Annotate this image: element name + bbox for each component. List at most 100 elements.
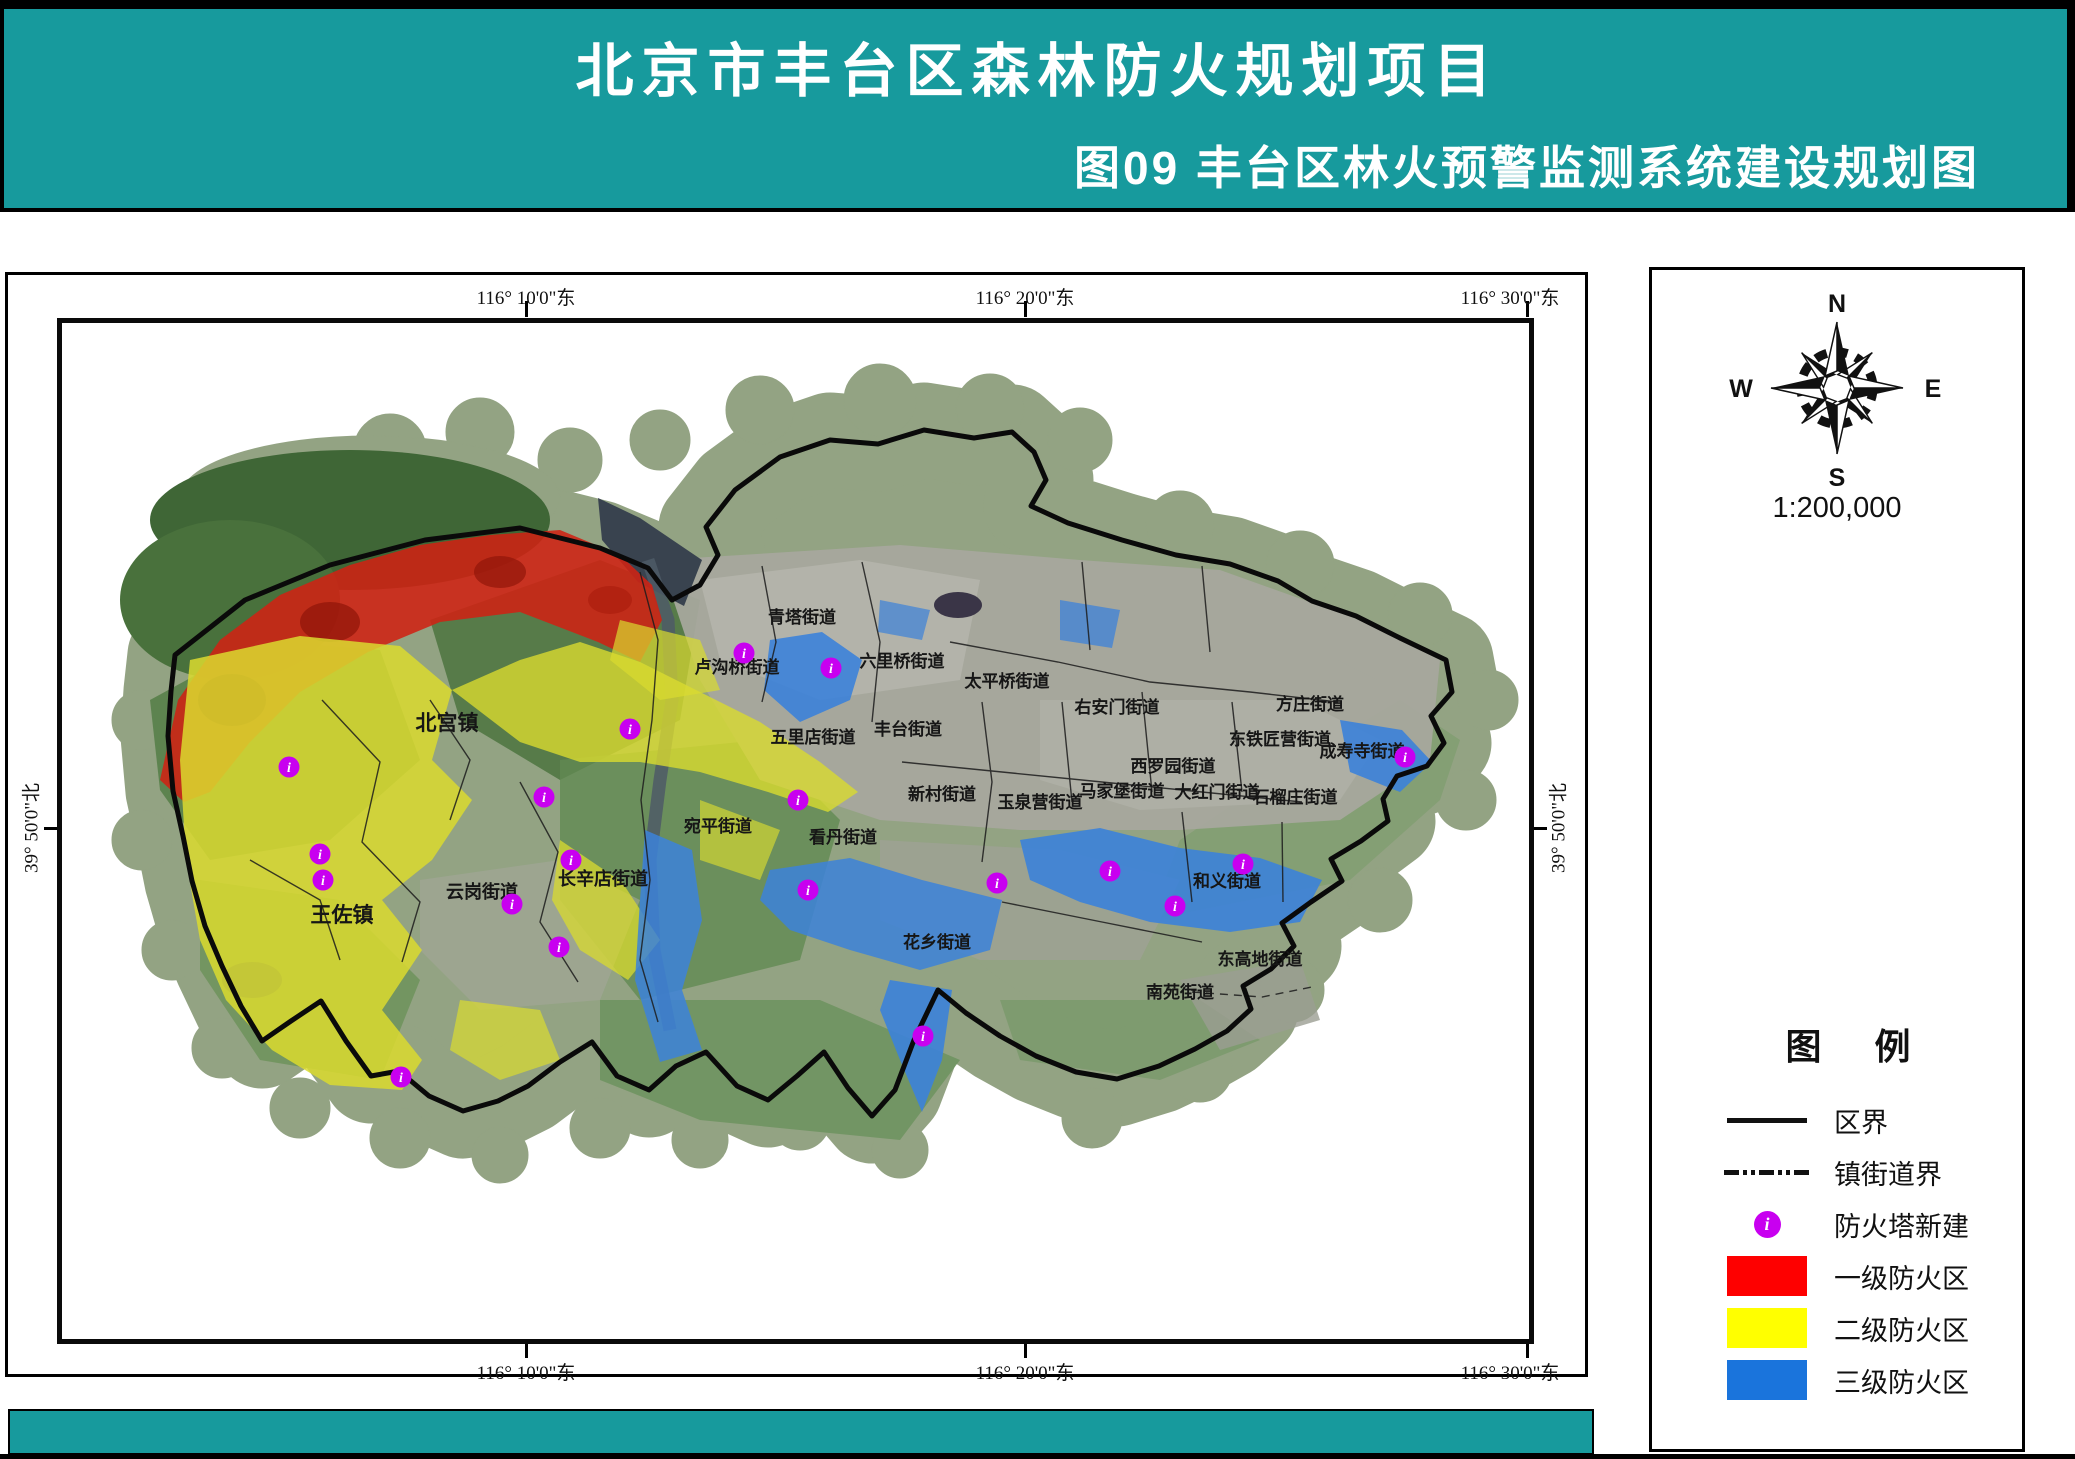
- fire-tower-marker: i: [534, 787, 555, 808]
- legend-row-swatch: 三级防火区: [1688, 1354, 2008, 1406]
- map-scale: 1:200,000: [1652, 492, 2022, 525]
- fire-tower-marker: i: [788, 790, 809, 811]
- fire-tower-marker: i: [821, 658, 842, 679]
- fire-tower-marker: i: [913, 1026, 934, 1047]
- page-subtitle: 图09 丰台区林火预警监测系统建设规划图: [1074, 132, 1980, 198]
- legend-row-marker: i 防火塔新建: [1688, 1198, 2008, 1250]
- legend-symbol-col: [1724, 1170, 1810, 1175]
- marker-glyph: i: [742, 647, 746, 662]
- marker-glyph: i: [628, 723, 632, 738]
- marker-glyph: i: [829, 662, 833, 677]
- compass-w: W: [1729, 375, 1753, 403]
- fire-tower-marker: i: [279, 757, 300, 778]
- right-panel: N E S W 1:200,000 图 例 区界镇街道界i防火塔新建一级防火区二…: [1649, 267, 2025, 1452]
- street-label: 和义街道: [1193, 871, 1261, 891]
- compass-rose-svg: N E S W: [1721, 288, 1953, 500]
- street-label: 方庄街道: [1276, 694, 1344, 714]
- street-label: 五里店街道: [771, 727, 856, 747]
- legend-label: 防火塔新建: [1834, 1205, 1969, 1244]
- marker-glyph: i: [796, 794, 800, 809]
- marker-glyph: i: [1241, 858, 1245, 873]
- compass-n: N: [1828, 290, 1846, 318]
- marker-glyph: i: [806, 884, 810, 899]
- coord-label-top-2: 116° 20'0"东: [976, 283, 1075, 310]
- fire-tower-marker: i: [1395, 747, 1416, 768]
- fire-tower-marker: i: [561, 850, 582, 871]
- marker-glyph: i: [995, 877, 999, 892]
- coord-label-top-3: 116° 30'0"东: [1461, 283, 1560, 310]
- street-label: 南苑街道: [1146, 982, 1214, 1002]
- legend-symbol-col: [1724, 1256, 1810, 1296]
- legend-swatch: [1727, 1256, 1807, 1296]
- legend-label: 一级防火区: [1834, 1257, 1969, 1296]
- legend-swatch: [1727, 1360, 1807, 1400]
- fire-tower-marker: i: [1233, 854, 1254, 875]
- street-label: 宛平街道: [683, 816, 752, 836]
- bottom-tick-2: [1024, 1342, 1027, 1358]
- coord-label-left: 39° 50'0"北: [17, 783, 44, 873]
- compass-s: S: [1829, 464, 1846, 492]
- fire-tower-marker: i: [620, 719, 641, 740]
- legend-label: 镇街道界: [1834, 1153, 1942, 1192]
- street-label: 丰台街道: [874, 719, 942, 739]
- street-label: 石榴庄街道: [1252, 787, 1338, 807]
- street-label: 太平桥街道: [965, 671, 1050, 691]
- coord-label-right: 39° 50'0"北: [1544, 783, 1571, 873]
- legend-symbol-col: [1724, 1118, 1810, 1123]
- street-label: 看丹街道: [808, 827, 877, 847]
- footer-teal-bar: [8, 1409, 1594, 1455]
- street-label: 右安门街道: [1075, 697, 1160, 717]
- street-label: 西罗园街道: [1131, 756, 1216, 776]
- compass-cardinal-points: [1771, 322, 1903, 454]
- street-label: 青塔街道: [768, 607, 836, 627]
- marker-glyph: i: [318, 848, 322, 863]
- header-band: 北京市丰台区森林防火规划项目 图09 丰台区林火预警监测系统建设规划图: [0, 0, 2075, 212]
- compass-e: E: [1925, 375, 1942, 403]
- legend-rows: 区界镇街道界i防火塔新建一级防火区二级防火区三级防火区: [1688, 1094, 2008, 1406]
- marker-glyph: i: [321, 874, 325, 889]
- legend-row-swatch: 一级防火区: [1688, 1250, 2008, 1302]
- marker-glyph: i: [1108, 865, 1112, 880]
- legend: 图 例 区界镇街道界i防火塔新建一级防火区二级防火区三级防火区: [1688, 1018, 2008, 1406]
- fire-tower-legend-icon: i: [1754, 1211, 1781, 1238]
- footer-black-line: [0, 1454, 2075, 1459]
- fire-tower-marker: i: [734, 643, 755, 664]
- coord-label-bottom-2: 116° 20'0"东: [976, 1358, 1075, 1385]
- marker-glyph: i: [542, 791, 546, 806]
- fire-tower-marker: i: [549, 937, 570, 958]
- street-label: 新村街道: [908, 784, 976, 804]
- street-label: 北宫镇: [416, 711, 479, 735]
- fire-tower-marker: i: [1100, 861, 1121, 882]
- street-label: 花乡街道: [903, 932, 971, 952]
- legend-solid-line: [1727, 1118, 1807, 1123]
- legend-label: 二级防火区: [1834, 1309, 1969, 1348]
- marker-glyph: i: [399, 1071, 403, 1086]
- legend-symbol-col: i: [1724, 1211, 1810, 1238]
- coord-label-top-1: 116° 10'0"东: [477, 283, 576, 310]
- fire-tower-marker: i: [1165, 896, 1186, 917]
- marker-glyph: i: [1403, 751, 1407, 766]
- fire-tower-marker: i: [798, 880, 819, 901]
- marker-glyph: i: [1173, 900, 1177, 915]
- street-label: 东铁匠营街道: [1229, 729, 1331, 749]
- street-label: 马家堡街道: [1080, 781, 1165, 801]
- legend-label: 三级防火区: [1834, 1361, 1969, 1400]
- map-satellite-canvas: 北宫镇卢沟桥街道青塔街道六里桥街道太平桥街道右安门街道方庄街道东铁匠营街道成寿寺…: [62, 323, 1529, 1339]
- left-tick: [44, 827, 58, 830]
- compass-letters: N E S W: [1729, 290, 1941, 492]
- street-label: 六里桥街道: [860, 651, 945, 671]
- compass-rose: N E S W: [1652, 288, 2022, 500]
- fire-tower-marker: i: [310, 844, 331, 865]
- bottom-tick-3: [1526, 1342, 1529, 1358]
- page-title: 北京市丰台区森林防火规划项目: [0, 24, 2075, 108]
- legend-symbol-col: [1724, 1360, 1810, 1400]
- street-label: 长辛店街道: [558, 868, 648, 889]
- street-label: 玉泉营街道: [998, 792, 1083, 812]
- legend-title: 图 例: [1688, 1018, 2008, 1070]
- coord-label-bottom-3: 116° 30'0"东: [1461, 1358, 1560, 1385]
- fire-tower-marker: i: [987, 873, 1008, 894]
- coord-label-bottom-1: 116° 10'0"东: [477, 1358, 576, 1385]
- fire-tower-marker: i: [391, 1067, 412, 1088]
- legend-row-dashdot-line: 镇街道界: [1688, 1146, 2008, 1198]
- fire-tower-marker: i: [502, 894, 523, 915]
